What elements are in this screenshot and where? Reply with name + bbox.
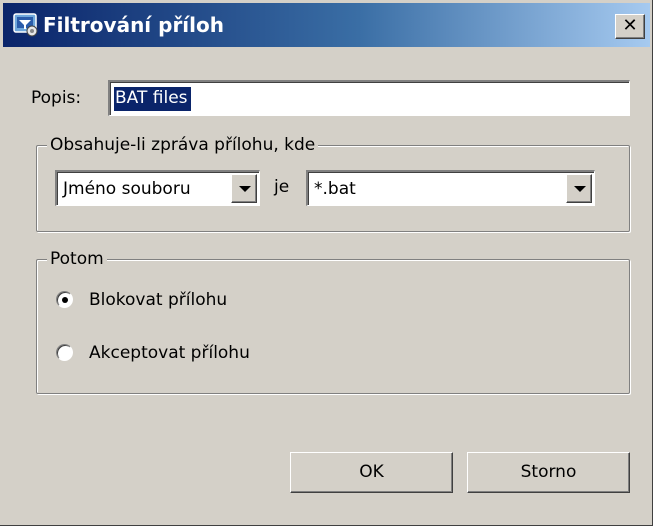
pattern-select-dropdown-button[interactable] <box>566 174 592 203</box>
action-group-legend: Potom <box>47 248 107 270</box>
description-input[interactable]: BAT files <box>108 80 630 116</box>
chevron-down-icon <box>239 186 251 192</box>
operator-label: je <box>274 177 290 197</box>
cancel-button[interactable]: Storno <box>467 452 630 493</box>
description-label: Popis: <box>31 88 82 108</box>
dialog-title: Filtrování příloh <box>43 13 224 37</box>
field-select[interactable]: Jméno souboru <box>55 170 260 206</box>
chevron-down-icon <box>574 186 586 192</box>
ok-button[interactable]: OK <box>290 452 453 493</box>
radio-block-label[interactable]: Blokovat přílohu <box>89 289 227 311</box>
field-select-dropdown-button[interactable] <box>231 174 257 203</box>
close-icon: ✕ <box>622 15 638 36</box>
description-input-value: BAT files <box>114 87 191 111</box>
pattern-select-value: *.bat <box>314 179 356 199</box>
pattern-select[interactable]: *.bat <box>306 170 595 206</box>
filter-attachments-dialog: Filtrování příloh ✕ Popis: BAT files Obs… <box>0 0 653 526</box>
radio-button-unchecked[interactable] <box>56 344 73 361</box>
app-icon <box>13 12 39 38</box>
radio-button-checked[interactable] <box>56 291 73 308</box>
radio-accept-label[interactable]: Akceptovat přílohu <box>89 342 250 364</box>
action-groupbox <box>36 259 630 394</box>
field-select-value: Jméno souboru <box>63 179 191 199</box>
condition-group-legend: Obsahuje-li zpráva přílohu, kde <box>47 134 319 156</box>
close-button[interactable]: ✕ <box>615 14 645 39</box>
radio-dot <box>62 297 68 303</box>
title-bar[interactable]: Filtrování příloh ✕ <box>0 0 652 50</box>
